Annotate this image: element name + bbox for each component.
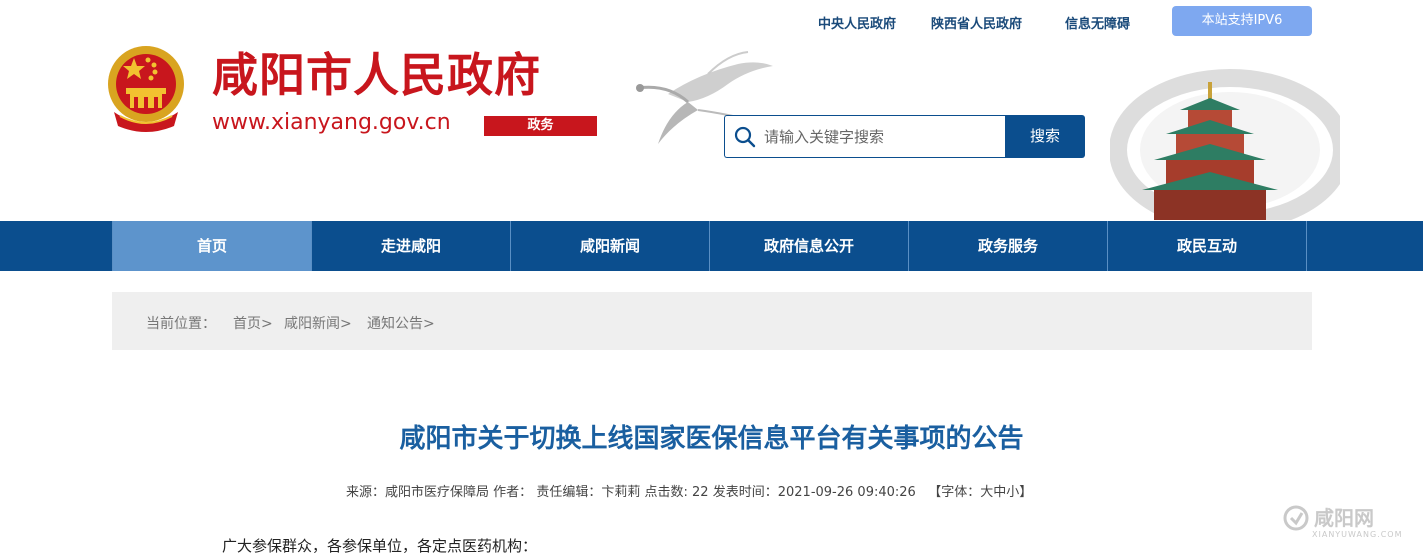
site-logo-title[interactable]: 咸阳市人民政府	[212, 52, 541, 98]
nav-item-gov-info[interactable]: 政府信息公开	[709, 221, 908, 271]
meta-time-label: 发表时间：	[712, 485, 778, 500]
top-link-accessibility[interactable]: 信息无障碍	[1065, 13, 1130, 32]
breadcrumb-news[interactable]: 咸阳新闻>	[284, 313, 352, 333]
search-icon	[734, 126, 756, 148]
nav-item-about-xianyang[interactable]: 走进咸阳	[311, 221, 510, 271]
ipv6-badge-button[interactable]: 本站支持IPV6	[1172, 6, 1312, 36]
font-size-small[interactable]: 小	[1006, 485, 1019, 500]
meta-clicks-label: 点击数:	[644, 485, 688, 500]
meta-source: 咸阳市医疗保障局	[385, 485, 490, 500]
breadcrumb-prefix: 当前位置：	[146, 316, 216, 332]
font-size-label: 【字体：	[928, 485, 981, 500]
meta-author-label: 作者：	[493, 485, 533, 500]
nav-item-gov-services[interactable]: 政务服务	[908, 221, 1107, 271]
breadcrumb-notices[interactable]: 通知公告>	[367, 313, 435, 333]
breadcrumb-home[interactable]: 首页>	[233, 313, 273, 333]
meta-editor-label: 责任编辑：	[536, 485, 602, 500]
nav-item-home[interactable]: 首页	[112, 221, 311, 271]
national-emblem-icon	[108, 46, 184, 132]
nav-item-public-interaction[interactable]: 政民互动	[1107, 221, 1306, 271]
nav-item-xianyang-news[interactable]: 咸阳新闻	[510, 221, 709, 271]
search-button[interactable]: 搜索	[1005, 115, 1085, 158]
font-size-large[interactable]: 大	[980, 485, 993, 500]
watermark-logo-icon	[1283, 505, 1309, 531]
top-link-shaanxi-gov[interactable]: 陕西省人民政府	[931, 13, 1022, 32]
meta-source-label: 来源：	[346, 485, 386, 500]
nav-divider	[1306, 221, 1307, 271]
watermark-name: 咸阳网	[1314, 506, 1374, 530]
site-logo-tag: 政务	[484, 116, 597, 136]
meta-time: 2021-09-26 09:40:26	[777, 485, 916, 500]
font-size-medium[interactable]: 中	[993, 485, 1006, 500]
site-logo-url: www.xianyang.gov.cn	[212, 110, 451, 135]
article-body-first-line: 广大参保群众，各参保单位，各定点医药机构：	[222, 537, 538, 555]
article-title: 咸阳市关于切换上线国家医保信息平台有关事项的公告	[399, 424, 1024, 454]
meta-editor: 卞莉莉	[601, 485, 641, 500]
watermark-url: XIANYUWANG.COM	[1312, 530, 1403, 539]
tower-decoration-icon	[1110, 69, 1340, 220]
watermark: 咸阳网 XIANYUWANG.COM	[1282, 498, 1412, 546]
font-size-close: 】	[1019, 485, 1033, 500]
article-meta: 来源：咸阳市医疗保障局 作者： 责任编辑：卞莉莉 点击数: 22 发表时间：20…	[346, 481, 1032, 500]
top-link-central-gov[interactable]: 中央人民政府	[818, 13, 896, 32]
meta-clicks: 22	[692, 485, 709, 500]
search-input[interactable]	[764, 125, 998, 149]
